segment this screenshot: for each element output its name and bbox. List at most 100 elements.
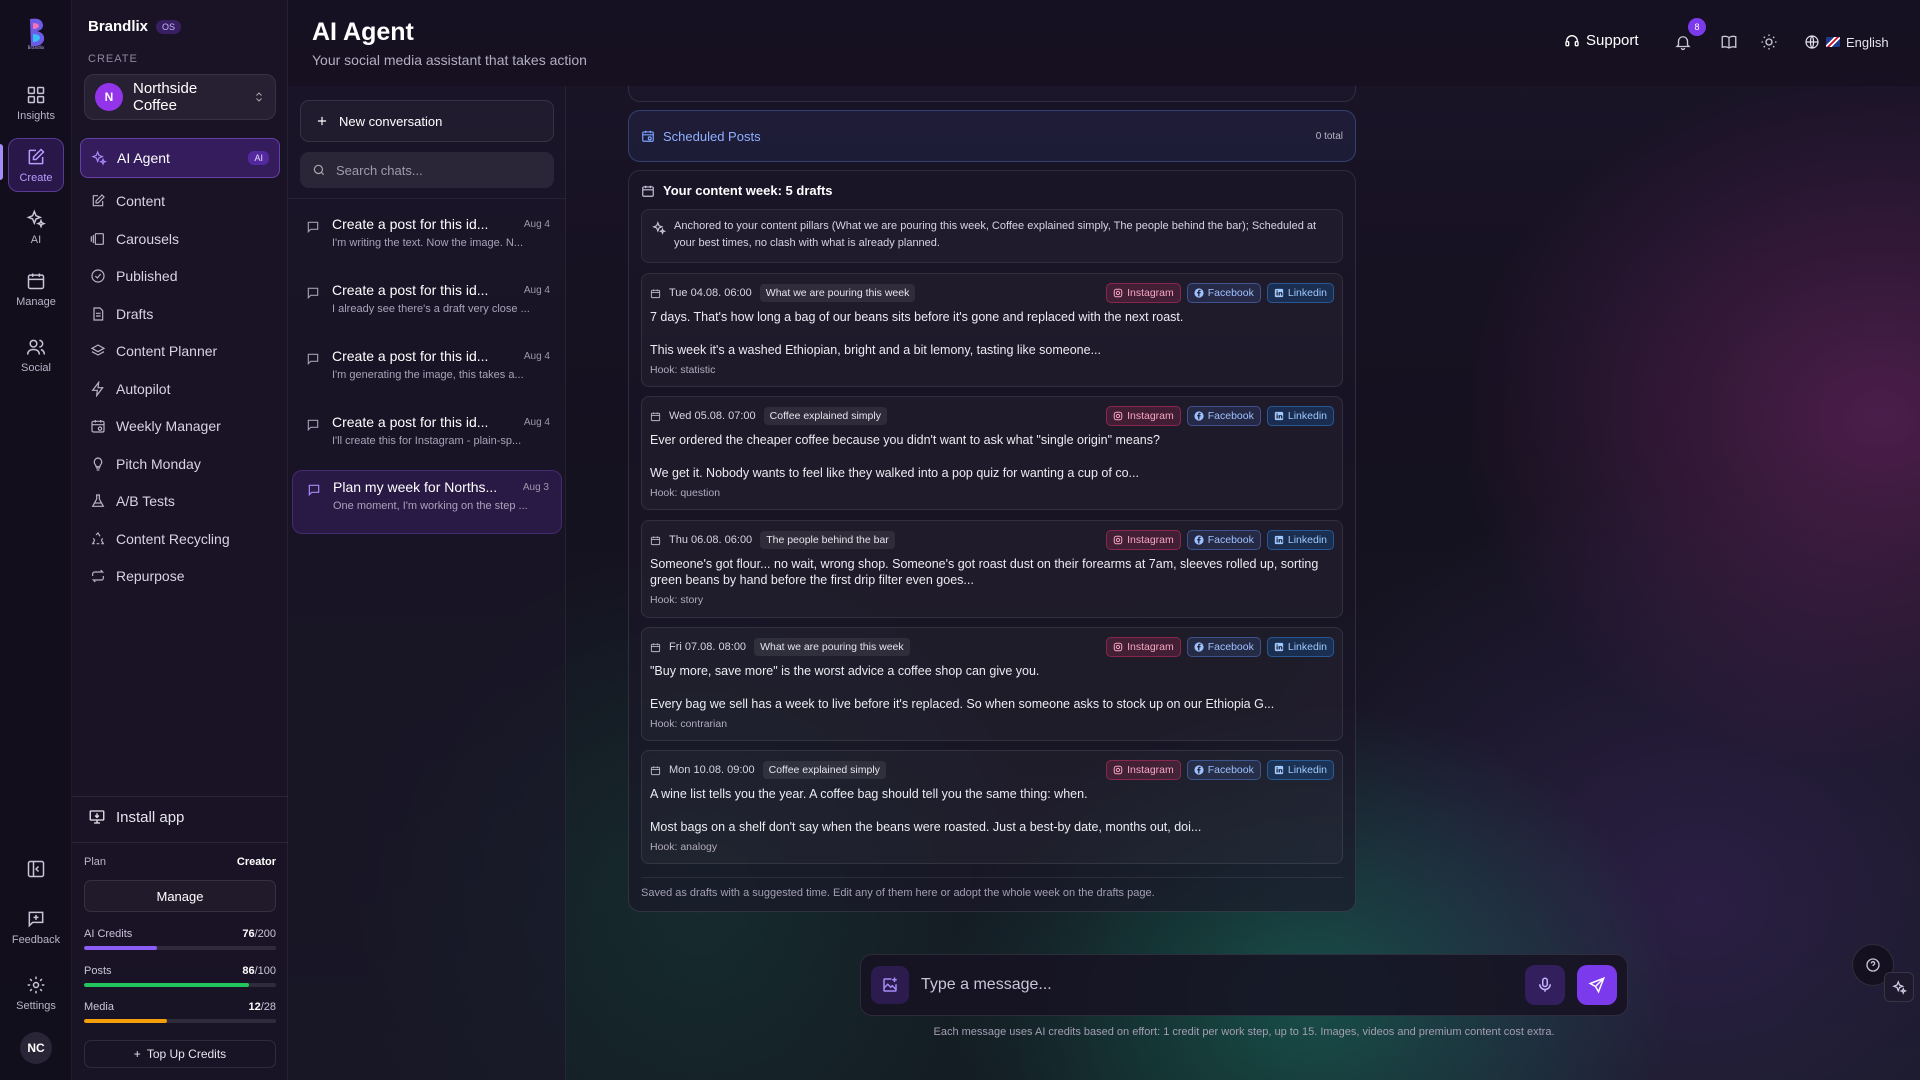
facebook-tag[interactable]: Facebook: [1186, 637, 1261, 657]
manage-plan-button[interactable]: Manage: [84, 880, 276, 912]
instagram-tag[interactable]: Instagram: [1106, 637, 1181, 657]
install-app-button[interactable]: Install app: [88, 808, 184, 826]
divider: [72, 796, 288, 797]
linkedin-tag[interactable]: Linkedin: [1266, 530, 1334, 550]
search-icon: [312, 163, 326, 177]
instagram-tag[interactable]: Instagram: [1106, 406, 1181, 426]
rail-ai[interactable]: AI: [8, 200, 64, 254]
chat-item[interactable]: Create a post for this id... Aug 4 I'll c…: [292, 406, 562, 470]
instagram-tag[interactable]: Instagram: [1106, 283, 1181, 303]
nav-item-ai-agent[interactable]: AI Agent AI: [80, 138, 280, 178]
grid-icon: [26, 85, 46, 105]
instagram-tag[interactable]: Instagram: [1106, 530, 1181, 550]
facebook-icon: [1194, 411, 1204, 421]
draft-text: A wine list tells you the year. A coffee…: [650, 787, 1088, 801]
ai-assistant-button[interactable]: [1884, 972, 1914, 1002]
language-label: English: [1846, 34, 1889, 50]
language-selector[interactable]: English: [1804, 34, 1889, 50]
nav-item-drafts[interactable]: Drafts: [80, 297, 280, 331]
workspace-switcher[interactable]: N Northside Coffee: [84, 74, 276, 120]
platform-label: Facebook: [1207, 764, 1254, 776]
draft-card[interactable]: Wed 05.08. 07:00 Coffee explained simply…: [641, 396, 1343, 510]
chat-item[interactable]: Create a post for this id... Aug 4 I'm wr…: [292, 208, 562, 272]
rail-feedback[interactable]: Feedback: [8, 900, 64, 954]
user-avatar[interactable]: NC: [20, 1032, 52, 1064]
attach-image-button[interactable]: [871, 966, 909, 1004]
rail-insights[interactable]: Insights: [8, 76, 64, 130]
rail-manage[interactable]: Manage: [8, 262, 64, 316]
chat-item-active[interactable]: Plan my week for Norths... Aug 3 One mome…: [292, 470, 562, 534]
brand-name: Brandlix: [88, 18, 149, 35]
lightbulb-icon: [90, 456, 106, 472]
draft-date: Mon 10.08. 09:00: [669, 764, 755, 776]
chat-item[interactable]: Create a post for this id... Aug 4 I'm ge…: [292, 340, 562, 404]
icon-rail: Brandlix Insights Create AI Manage Socia…: [0, 0, 72, 1080]
draft-card[interactable]: Mon 10.08. 09:00 Coffee explained simply…: [641, 750, 1343, 864]
pillar-tag: What we are pouring this week: [754, 638, 910, 656]
support-button[interactable]: Support: [1564, 32, 1639, 49]
nav-item-weekly-manager[interactable]: Weekly Manager: [80, 409, 280, 443]
message-input[interactable]: [921, 976, 1513, 994]
nav-item-ab-tests[interactable]: A/B Tests: [80, 484, 280, 518]
facebook-tag[interactable]: Facebook: [1186, 760, 1261, 780]
instagram-tag[interactable]: Instagram: [1106, 760, 1181, 780]
facebook-tag[interactable]: Facebook: [1186, 530, 1261, 550]
chat-preview: I'm generating the image, this takes a..…: [332, 369, 524, 381]
rail-label: Create: [19, 171, 53, 184]
plan-row: Plan Creator: [84, 856, 276, 868]
calendar-clock-icon: [641, 129, 655, 143]
draft-card[interactable]: Fri 07.08. 08:00 What we are pouring thi…: [641, 627, 1343, 741]
rail-social[interactable]: Social: [8, 328, 64, 382]
chat-date: Aug 3: [522, 481, 549, 493]
globe-icon: [1804, 34, 1820, 50]
linkedin-tag[interactable]: Linkedin: [1266, 283, 1334, 303]
facebook-tag[interactable]: Facebook: [1186, 406, 1261, 426]
nav-item-published[interactable]: Published: [80, 259, 280, 293]
top-up-credits-button[interactable]: + Top Up Credits: [84, 1040, 276, 1068]
draft-text: Someone's got flour... no wait, wrong sh…: [650, 557, 1319, 587]
nav-item-autopilot[interactable]: Autopilot: [80, 372, 280, 406]
new-conversation-button[interactable]: New conversation: [300, 100, 554, 142]
platform-label: Linkedin: [1287, 410, 1327, 422]
nav-item-carousels[interactable]: Carousels: [80, 222, 280, 256]
workspace-avatar: N: [95, 83, 123, 111]
calendar-icon: [650, 411, 661, 422]
send-button[interactable]: [1577, 965, 1617, 1005]
sun-icon[interactable]: [1760, 33, 1778, 51]
chat-item[interactable]: Create a post for this id... Aug 4 I alre…: [292, 274, 562, 338]
platform-label: Instagram: [1127, 410, 1174, 422]
plus-icon: +: [133, 1047, 141, 1061]
nav-item-repurpose[interactable]: Repurpose: [80, 559, 280, 593]
linkedin-icon: [1274, 288, 1284, 298]
linkedin-icon: [1274, 411, 1284, 421]
nav-item-label: Carousels: [116, 231, 180, 247]
book-icon[interactable]: [1720, 33, 1738, 51]
linkedin-tag[interactable]: Linkedin: [1266, 637, 1334, 657]
nav-item-content-planner[interactable]: Content Planner: [80, 334, 280, 368]
draft-card[interactable]: Thu 06.08. 06:00 The people behind the b…: [641, 520, 1343, 618]
draft-text-continued: Every bag we sell has a week to live bef…: [650, 697, 1275, 711]
brand-logo[interactable]: Brandlix: [22, 16, 50, 50]
draft-hook: Hook: contrarian: [650, 718, 728, 730]
search-input[interactable]: [336, 162, 536, 178]
nav-item-pitch-monday[interactable]: Pitch Monday: [80, 447, 280, 481]
collapse-sidebar-button[interactable]: [8, 842, 64, 896]
nav-item-content[interactable]: Content: [80, 184, 280, 218]
nav-item-content-recycling[interactable]: Content Recycling: [80, 522, 280, 556]
draft-card[interactable]: Tue 04.08. 06:00 What we are pouring thi…: [641, 273, 1343, 387]
rail-settings[interactable]: Settings: [8, 966, 64, 1020]
bell-icon[interactable]: [1674, 33, 1692, 51]
rail-create[interactable]: Create: [8, 138, 64, 192]
linkedin-icon: [1274, 642, 1284, 652]
credits-note: Each message uses AI credits based on ef…: [933, 1026, 1555, 1038]
content-week-header: Your content week: 5 drafts: [641, 183, 833, 198]
instagram-icon: [1113, 411, 1123, 421]
voice-input-button[interactable]: [1525, 965, 1565, 1005]
facebook-tag[interactable]: Facebook: [1186, 283, 1261, 303]
linkedin-tag[interactable]: Linkedin: [1266, 760, 1334, 780]
linkedin-tag[interactable]: Linkedin: [1266, 406, 1334, 426]
scheduled-posts-card[interactable]: Scheduled Posts 0 total: [628, 110, 1356, 162]
draft-date: Thu 06.08. 06:00: [669, 534, 753, 546]
layers-icon: [90, 343, 106, 359]
chat-title: Create a post for this id...: [332, 216, 489, 232]
